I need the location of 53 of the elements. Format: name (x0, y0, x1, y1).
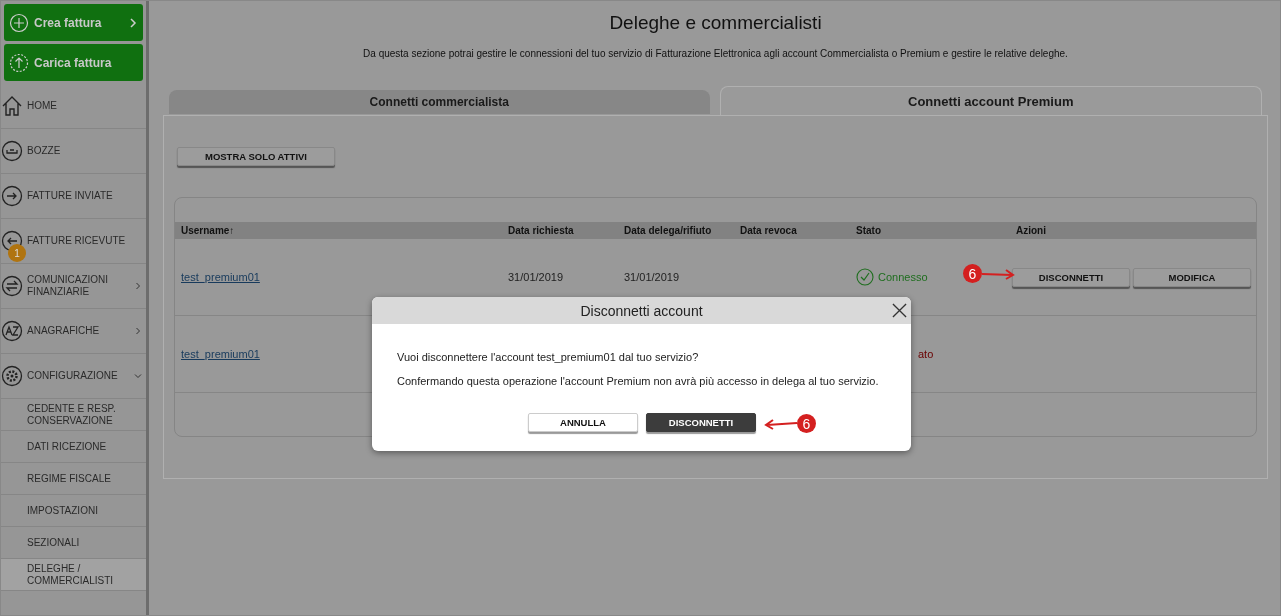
row-action-button[interactable]: MODIFICA (1133, 267, 1251, 287)
status-text: Connesso (878, 271, 928, 283)
nav-subitem[interactable]: DATI RICEZIONE (1, 431, 146, 463)
home-icon (1, 95, 23, 117)
callout-number: 6 (963, 264, 982, 283)
arrow-icon (763, 417, 797, 430)
column-header[interactable]: Data delega/rifiuto (618, 225, 734, 236)
arrow-right-icon (1, 185, 23, 207)
tray-icon (1, 140, 23, 162)
count-badge: 1 (8, 244, 26, 262)
table-cell: 31/01/2019 (508, 271, 564, 283)
column-header[interactable]: Azioni (1010, 225, 1256, 236)
nav-subitem[interactable]: IMPOSTAZIONI (1, 495, 146, 527)
contacts-icon (1, 320, 23, 342)
create-invoice-button[interactable]: Crea fattura (4, 4, 143, 41)
show-active-button[interactable]: MOSTRA SOLO ATTIVI (177, 147, 335, 166)
nav-subitem[interactable]: DELEGHE / COMMERCIALISTI (1, 559, 146, 591)
dialog-message: Confermando questa operazione l'account Premium non avrà più accesso in delega al tuo servizio. (397, 375, 880, 387)
upload-icon (9, 52, 29, 73)
upload-invoice-button[interactable]: Carica fattura (4, 44, 143, 81)
plus-icon (9, 12, 29, 33)
check-circle-icon (856, 268, 874, 286)
username-link[interactable]: test_premium01 (181, 348, 260, 360)
row-action-button[interactable]: DISCONNETTI (1012, 267, 1130, 287)
column-header[interactable]: Username↑ (175, 225, 502, 236)
exchange-icon (1, 275, 23, 297)
close-icon[interactable] (892, 303, 907, 318)
settings-icon (1, 365, 23, 387)
column-header[interactable]: Data revoca (734, 225, 850, 236)
nav-item[interactable]: BOZZE (1, 129, 146, 174)
page-description: Da questa sezione potrai gestire le connessioni del tuo servizio di Fatturazione Elettronica agli account Commercialista o Premium e gestire le relative deleghe. (362, 48, 1069, 59)
nav-subitem[interactable]: CEDENTE E RESP. CONSERVAZIONE (1, 399, 146, 431)
nav-item[interactable]: ANAGRAFICHE (1, 309, 146, 354)
username-link[interactable]: test_premium01 (181, 271, 260, 283)
table-cell: 31/01/2019 (624, 271, 680, 283)
nav-item[interactable]: FATTURE INVIATE (1, 174, 146, 219)
dialog-message: Vuoi disconnettere l'account test_premium01 dal tuo servizio? (397, 351, 700, 363)
disconnect-button[interactable]: DISCONNETTI (646, 413, 756, 432)
status-text: ato (918, 348, 934, 360)
cancel-button[interactable]: ANNULLA (528, 413, 638, 432)
arrow-icon (982, 267, 1016, 280)
nav-subitem[interactable]: REGIME FISCALE (1, 463, 146, 495)
page-title: Deleghe e commercialisti (608, 12, 823, 34)
tab[interactable]: Connetti commercialista (169, 90, 710, 114)
chevron-right-icon (129, 16, 137, 29)
nav-item[interactable]: 1 FATTURE RICEVUTE (1, 219, 146, 264)
column-header[interactable]: Data richiesta (502, 225, 618, 236)
nav-item[interactable]: COMUNICAZIONI FINANZIARIE (1, 264, 146, 309)
nav-item[interactable]: HOME (1, 84, 146, 129)
tab[interactable]: Connetti account Premium (719, 86, 1262, 115)
nav-item[interactable]: CONFIGURAZIONE (1, 354, 146, 399)
column-header[interactable]: Stato (850, 225, 1010, 236)
dialog-title: Disconnetti account (580, 302, 703, 319)
